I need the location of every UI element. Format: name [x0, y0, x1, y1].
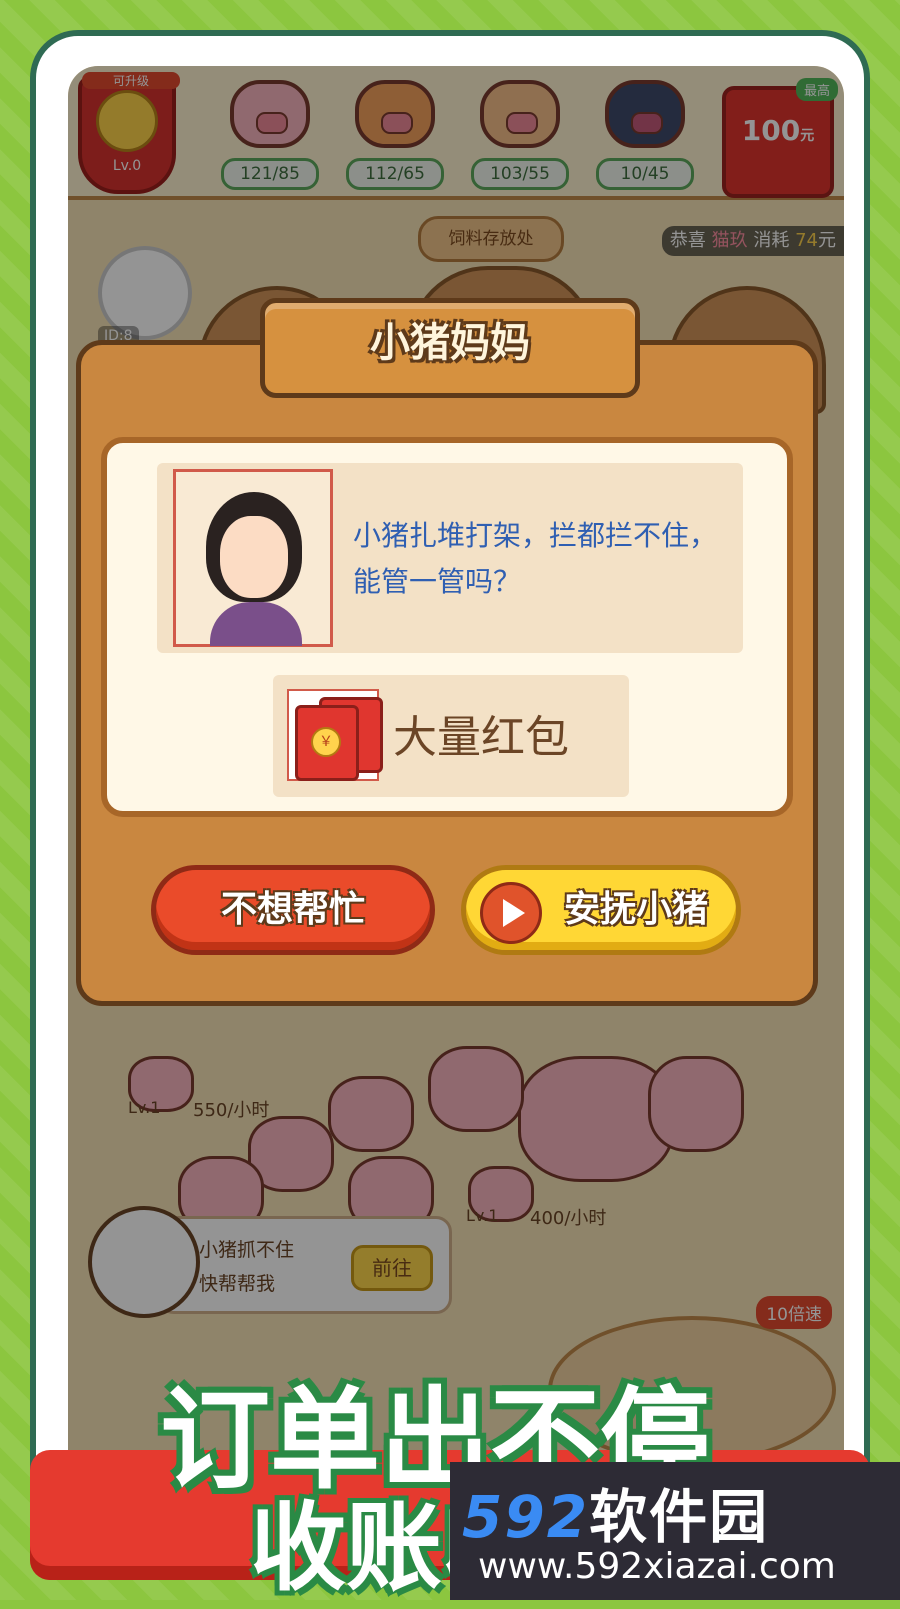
pig-mom-dialog: 小猪扎堆打架，拦都拦不住，能管一管吗？ ￥ 大量红包 不想帮忙 安抚小猪 — [76, 340, 818, 1006]
reward-label: 大量红包 — [393, 712, 569, 763]
dialog-title: 小猪妈妈 — [370, 320, 530, 366]
watermark-brand: 软件园 — [589, 1483, 770, 1551]
watermark-number: 592 — [462, 1483, 590, 1551]
red-packet-icon: ￥ — [287, 689, 383, 781]
accept-label: 安抚小猪 — [563, 889, 708, 930]
play-video-icon — [480, 882, 542, 944]
coin-icon: ￥ — [311, 727, 341, 757]
dialog-message: 小猪扎堆打架，拦都拦不住，能管一管吗？ — [353, 519, 718, 598]
watermark-url: www.592xiazai.com — [478, 1546, 836, 1587]
reward-box: ￥ 大量红包 — [273, 675, 629, 797]
message-box: 小猪扎堆打架，拦都拦不住，能管一管吗？ — [157, 463, 743, 653]
decline-button[interactable]: 不想帮忙 — [151, 865, 435, 955]
dialog-title-plate: 小猪妈妈 — [260, 298, 640, 398]
accept-button[interactable]: 安抚小猪 — [461, 865, 741, 955]
dialog-content: 小猪扎堆打架，拦都拦不住，能管一管吗？ ￥ 大量红包 — [101, 437, 793, 817]
site-watermark: 592软件园 www.592xiazai.com — [450, 1462, 900, 1600]
pig-mom-portrait — [173, 469, 333, 647]
